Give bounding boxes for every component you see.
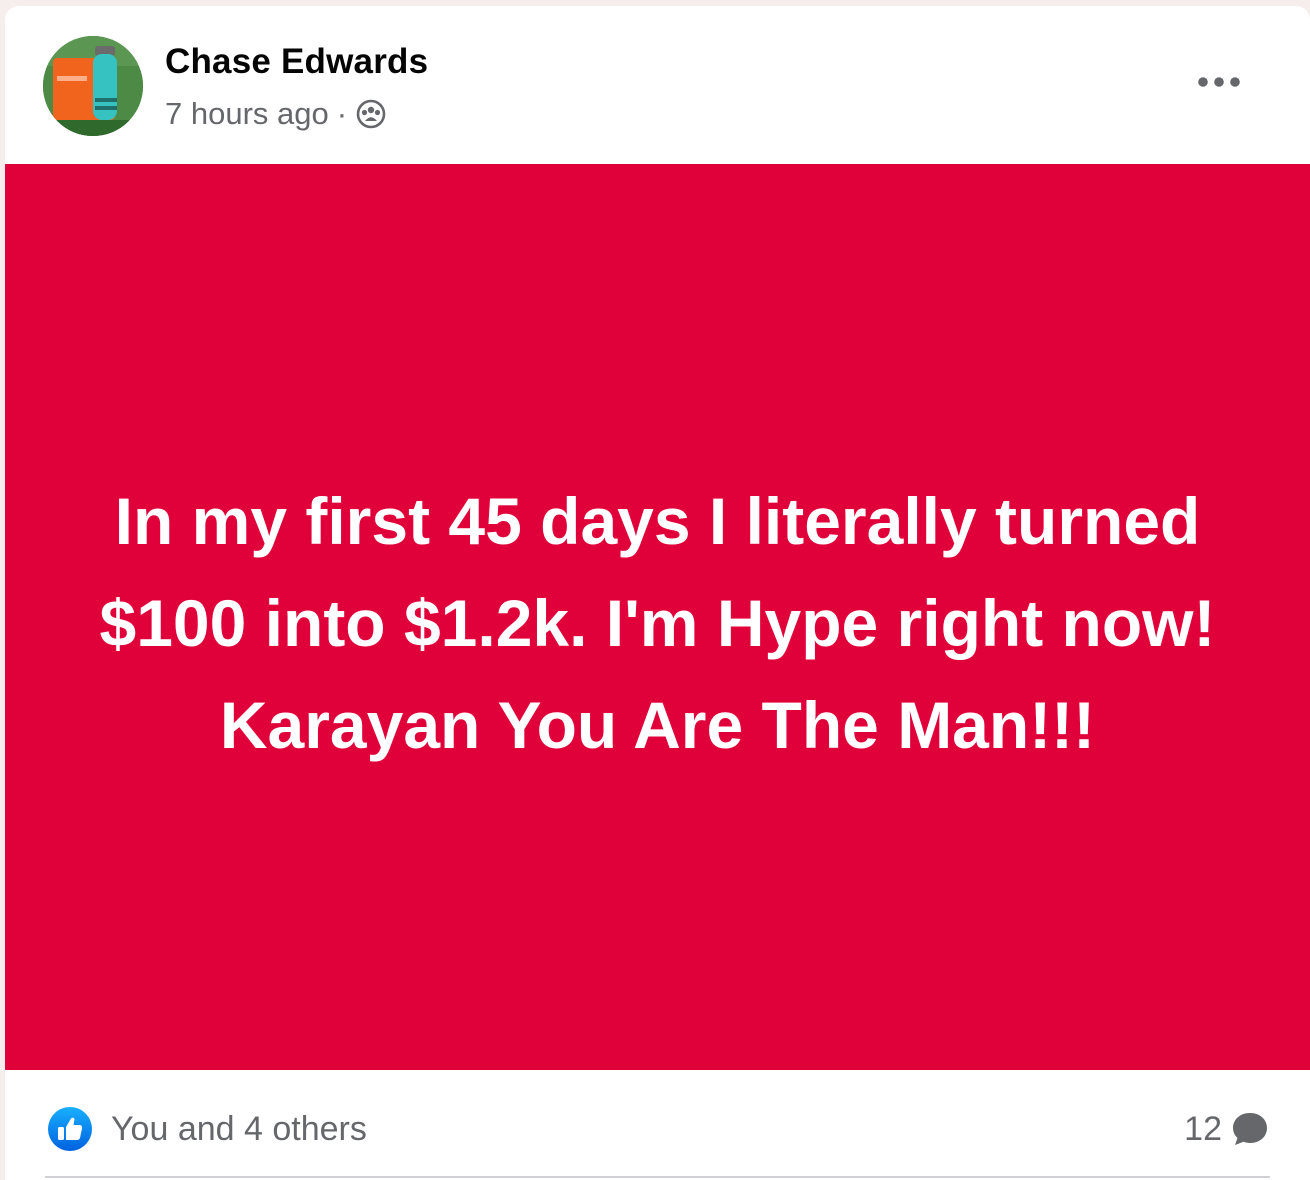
comments-summary[interactable]: 12 — [1184, 1106, 1270, 1152]
author-avatar[interactable] — [43, 36, 143, 136]
comment-bubble-icon — [1230, 1109, 1270, 1149]
more-horizontal-icon — [1198, 77, 1240, 87]
like-thumb-icon — [47, 1106, 93, 1152]
post-footer: You and 4 others 12 — [5, 1070, 1310, 1180]
post-header: Chase Edwards 7 hours ago · — [5, 6, 1310, 164]
meta-separator: · — [336, 96, 348, 131]
post-timestamp[interactable]: 7 hours ago — [165, 96, 329, 132]
reactions-summary[interactable]: You and 4 others — [111, 1106, 367, 1152]
avatar-photo — [43, 36, 143, 136]
friends-icon[interactable] — [355, 98, 387, 130]
post-background[interactable]: In my first 45 days I literally turned $… — [5, 164, 1310, 1070]
footer-divider — [45, 1176, 1270, 1178]
post-meta: 7 hours ago · — [165, 94, 387, 134]
comments-count: 12 — [1184, 1109, 1222, 1148]
more-options-button[interactable] — [1189, 62, 1249, 102]
author-name[interactable]: Chase Edwards — [165, 42, 428, 82]
post-card: Chase Edwards 7 hours ago · In my first … — [5, 6, 1310, 1180]
post-text: In my first 45 days I literally turned $… — [99, 484, 1216, 762]
